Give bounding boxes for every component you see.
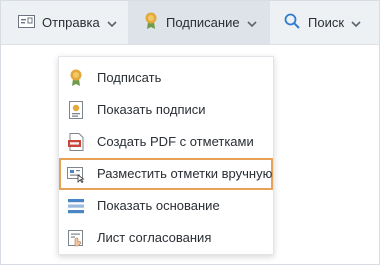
menu-item-show-basis[interactable]: Показать основание <box>59 190 273 222</box>
send-label: Отправка <box>42 15 100 30</box>
search-button[interactable]: Поиск <box>270 1 379 44</box>
signing-button[interactable]: Подписание <box>128 1 270 44</box>
place-stamps-icon <box>67 165 85 184</box>
send-button[interactable]: Отправка <box>1 1 128 44</box>
menu-item-show-signatures[interactable]: Показать подписи <box>59 94 273 126</box>
menu-item-label: Лист согласования <box>97 230 212 245</box>
menu-item-label: Подписать <box>97 70 162 85</box>
certificate-icon <box>67 101 85 119</box>
approval-sheet-icon <box>67 229 85 247</box>
menu-item-label: Показать основание <box>97 198 220 213</box>
search-icon <box>284 13 300 32</box>
toolbar: Отправка Подписание Поиск <box>1 1 379 45</box>
signing-label: Подписание <box>166 15 240 30</box>
menu-item-place-stamps-manually[interactable]: Разместить отметки вручную <box>59 158 273 190</box>
search-label: Поиск <box>308 15 345 30</box>
menu-item-label: Разместить отметки вручную <box>97 166 273 181</box>
chevron-down-icon <box>107 15 117 30</box>
seal-icon <box>67 69 85 87</box>
list-icon <box>67 197 85 215</box>
signing-dropdown-menu: Подписать Показать подписи Создать PDF с… <box>58 56 274 255</box>
pdf-icon <box>67 133 85 151</box>
menu-item-label: Создать PDF с отметками <box>97 134 254 149</box>
seal-icon <box>145 12 157 33</box>
send-icon <box>18 14 35 31</box>
chevron-down-icon <box>351 15 361 30</box>
chevron-down-icon <box>247 15 257 30</box>
menu-item-create-pdf[interactable]: Создать PDF с отметками <box>59 126 273 158</box>
menu-item-approval-sheet[interactable]: Лист согласования <box>59 222 273 254</box>
menu-item-label: Показать подписи <box>97 102 206 117</box>
menu-item-sign[interactable]: Подписать <box>59 62 273 94</box>
